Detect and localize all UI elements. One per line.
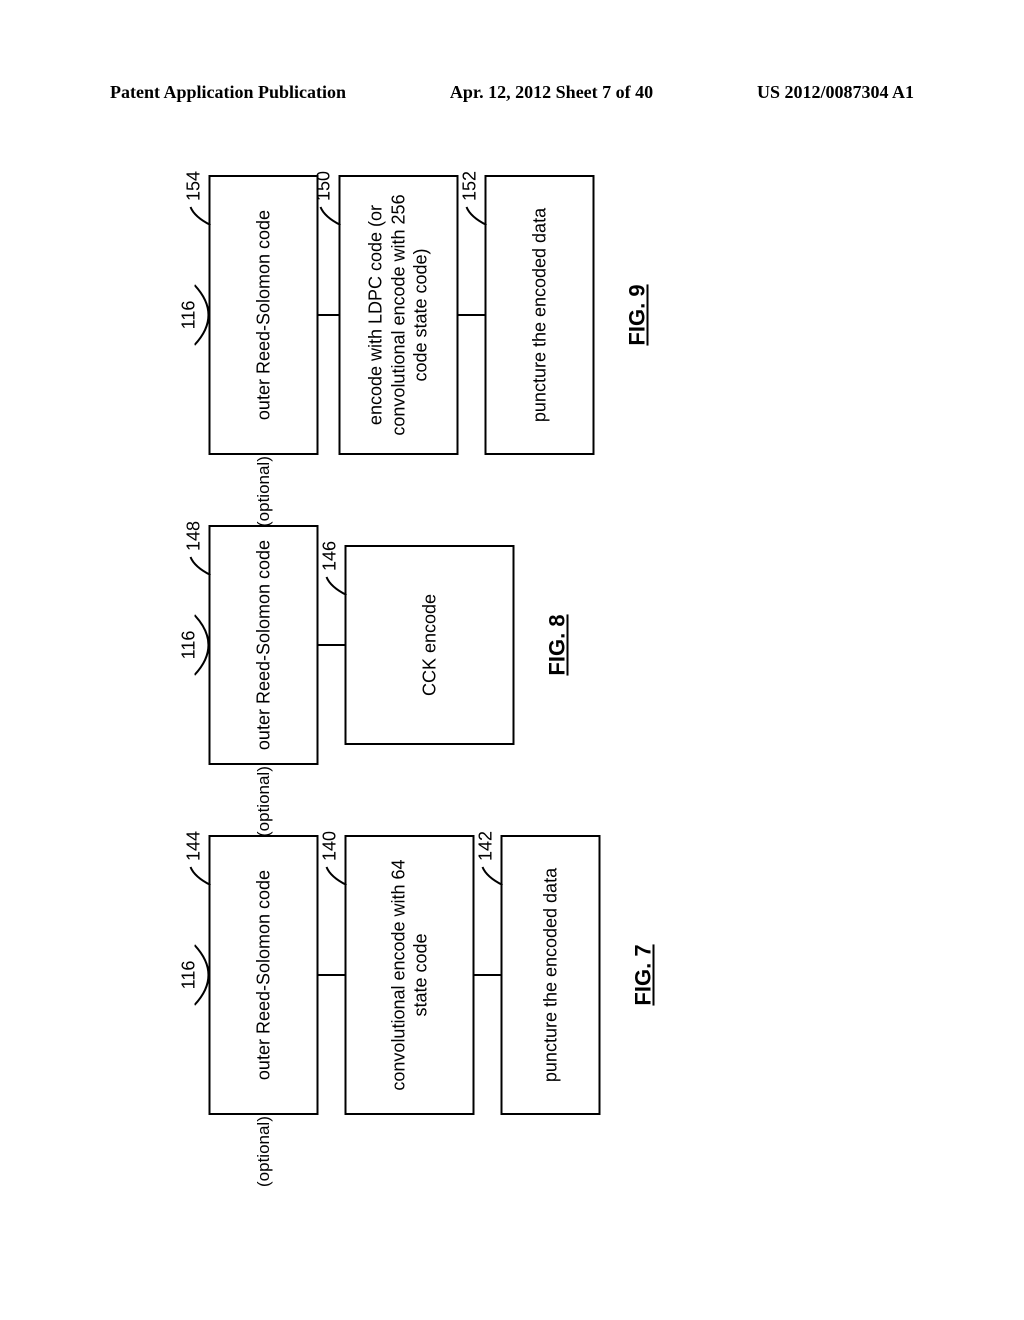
fig7-box-outer: (optional) outer Reed-Solomon code 144 — [208, 835, 318, 1115]
header-left: Patent Application Publication — [110, 82, 346, 103]
connector-line — [458, 314, 484, 316]
fig9-box-punc-text: puncture the encoded data — [528, 208, 551, 422]
connector-line — [318, 974, 344, 976]
fig7-box-punc-text: puncture the encoded data — [539, 868, 562, 1082]
fig7-caption: FIG. 7 — [630, 944, 656, 1005]
fig8-entry: 116 — [172, 515, 208, 775]
fig9-box-punc: puncture the encoded data 152 — [484, 175, 594, 455]
fig9-optional-label: (optional) — [252, 456, 273, 527]
fig8-ref-outer: 148 — [182, 521, 205, 551]
connector-line — [474, 974, 500, 976]
fig8-caption: FIG. 8 — [544, 614, 570, 675]
fig7-ref-conv: 140 — [318, 831, 341, 861]
page-header: Patent Application Publication Apr. 12, … — [110, 82, 914, 103]
fig7-box-conv-text: convolutional encode with 64 state code — [387, 847, 432, 1103]
fig9-caption: FIG. 9 — [624, 284, 650, 345]
connector-line — [318, 644, 344, 646]
lead-line-icon — [188, 555, 212, 585]
fig7-box-conv: convolutional encode with 64 state code … — [344, 835, 474, 1115]
fig8-box-outer: (optional) outer Reed-Solomon code 148 — [208, 525, 318, 765]
fig9-box-outer-text: outer Reed-Solomon code — [252, 210, 275, 420]
figure-7: 116 (optional) outer Reed-Solomon code 1… — [172, 825, 656, 1125]
fig7-ref-outer: 144 — [182, 831, 205, 861]
fig8-box-outer-text: outer Reed-Solomon code — [252, 540, 275, 750]
fig9-box-ldpc-text: encode with LDPC code (or convolutional … — [364, 187, 432, 443]
lead-line-icon — [318, 205, 342, 235]
lead-line-icon — [188, 205, 212, 235]
fig9-ref-punc: 152 — [458, 171, 481, 201]
fig8-ref-cck: 146 — [318, 541, 341, 571]
fig7-optional-label: (optional) — [252, 1116, 273, 1187]
figure-area: 116 (optional) outer Reed-Solomon code 1… — [112, 130, 905, 1160]
fig8-box-cck: CCK encode 146 — [344, 545, 514, 745]
fig8-box-cck-text: CCK encode — [418, 594, 441, 696]
fig9-ref-outer: 154 — [182, 171, 205, 201]
fig9-box-ldpc: encode with LDPC code (or convolutional … — [338, 175, 458, 455]
fig7-box-punc: puncture the encoded data 142 — [500, 835, 600, 1115]
fig9-box-outer: (optional) outer Reed-Solomon code 154 — [208, 175, 318, 455]
lead-line-icon — [188, 865, 212, 895]
fig7-ref-punc: 142 — [474, 831, 497, 861]
lead-line-icon — [480, 865, 504, 895]
figure-9: 116 (optional) outer Reed-Solomon code 1… — [172, 165, 650, 465]
header-right: US 2012/0087304 A1 — [757, 82, 914, 103]
figure-8: 116 (optional) outer Reed-Solomon code 1… — [172, 515, 570, 775]
fig8-optional-label: (optional) — [252, 766, 273, 837]
lead-line-icon — [324, 575, 348, 605]
connector-line — [318, 314, 338, 316]
header-center: Apr. 12, 2012 Sheet 7 of 40 — [450, 82, 653, 103]
fig9-ref-ldpc: 150 — [312, 171, 335, 201]
lead-line-icon — [324, 865, 348, 895]
lead-line-icon — [464, 205, 488, 235]
fig7-box-outer-text: outer Reed-Solomon code — [252, 870, 275, 1080]
